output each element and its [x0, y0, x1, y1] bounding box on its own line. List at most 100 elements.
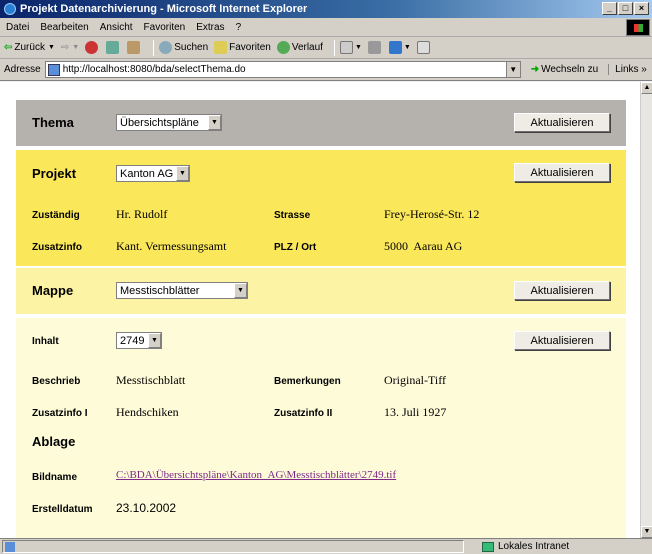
minimize-button[interactable]: _	[602, 2, 617, 15]
thema-label: Thema	[32, 115, 74, 130]
scroll-down-icon[interactable]: ▼	[641, 526, 652, 538]
bemerkungen-value: Original-Tiff	[384, 373, 447, 387]
plz-value: 5000 Aarau AG	[384, 239, 463, 253]
strasse-label: Strasse	[274, 210, 311, 221]
print-icon	[367, 41, 381, 54]
chevron-down-icon: ▼	[47, 44, 55, 51]
back-label: Zurück	[14, 42, 45, 53]
zusatzinfo-2-value: 13. Juli 1927	[384, 405, 447, 419]
address-input[interactable]: http://localhost:8080/bda/selectThema.do…	[44, 61, 521, 78]
menu-extras[interactable]: Extras	[196, 22, 224, 33]
projekt-value: Kanton AG	[120, 167, 174, 180]
zustaendig-label: Zuständig	[32, 210, 80, 221]
mappe-panel: Mappe Messtischblätter ▼ Aktualisieren	[16, 268, 626, 314]
mappe-value: Messtischblätter	[120, 284, 200, 297]
history-icon	[276, 41, 290, 54]
zusatzinfo-2-label: Zusatzinfo II	[274, 408, 333, 419]
chevron-down-icon: ▼	[72, 44, 80, 51]
erstelldatum-label: Erstelldatum	[32, 504, 93, 515]
zusatzinfo-value: Kant. Vermessungsamt	[116, 239, 227, 253]
mail-icon	[339, 41, 353, 54]
zusatzinfo-1-label: Zusatzinfo I	[32, 408, 88, 419]
inhalt-value: 2749	[120, 334, 145, 347]
chevron-down-icon[interactable]: ▼	[505, 62, 520, 77]
menu-datei[interactable]: Datei	[6, 22, 29, 33]
address-label: Adresse	[4, 64, 41, 75]
page-content: Thema Übersichtspläne ▼ Aktualisieren Pr…	[0, 82, 640, 538]
search-icon	[159, 41, 173, 54]
thema-select[interactable]: Übersichtspläne ▼	[116, 114, 222, 131]
beschrieb-value: Messtischblatt	[116, 373, 186, 387]
inhalt-select[interactable]: 2749 ▼	[116, 332, 162, 349]
forward-arrow-icon: ⇨	[60, 42, 70, 53]
search-button[interactable]: Suchen	[159, 41, 208, 54]
scroll-up-icon[interactable]: ▲	[641, 82, 652, 94]
go-button[interactable]: ➜ Wechseln zu	[531, 64, 598, 75]
menu-favoriten[interactable]: Favoriten	[144, 22, 186, 33]
mappe-refresh-button[interactable]: Aktualisieren	[514, 281, 610, 300]
zusatzinfo-1-value: Hendschiken	[116, 405, 179, 419]
refresh-icon	[106, 41, 120, 54]
discuss-button[interactable]	[416, 41, 432, 54]
favorites-button[interactable]: Favoriten	[214, 41, 271, 54]
mail-button[interactable]: ▼	[339, 41, 362, 54]
ablage-heading: Ablage	[32, 434, 76, 449]
thema-value: Übersichtspläne	[120, 116, 199, 129]
maximize-button[interactable]: □	[618, 2, 633, 15]
menu-ansicht[interactable]: Ansicht	[100, 22, 133, 33]
plz-label: PLZ / Ort	[274, 242, 317, 253]
beschrieb-label: Beschrieb	[32, 376, 81, 387]
bildname-label: Bildname	[32, 472, 78, 483]
chevron-down-icon: ▼	[234, 283, 247, 298]
inhalt-refresh-button[interactable]: Aktualisieren	[514, 331, 610, 350]
menu-help[interactable]: ?	[236, 22, 242, 33]
edit-button[interactable]: ▼	[388, 41, 411, 54]
favorites-label: Favoriten	[229, 42, 271, 53]
go-label: Wechseln zu	[541, 64, 599, 75]
erstelldatum-value: 23.10.2002	[116, 501, 177, 515]
bildname-link[interactable]: C:\BDA\Übersichtspläne\Kanton_AG\Messtis…	[116, 469, 396, 481]
stop-icon	[85, 41, 99, 54]
chevron-down-icon: ▼	[148, 333, 161, 348]
edit-icon	[388, 41, 402, 54]
mappe-select[interactable]: Messtischblätter ▼	[116, 282, 248, 299]
bemerkungen-label: Bemerkungen	[274, 376, 341, 387]
back-button[interactable]: ⇦ Zurück ▼	[4, 42, 55, 53]
links-button[interactable]: Links »	[608, 64, 647, 75]
forward-button[interactable]: ⇨ ▼	[61, 42, 79, 53]
vertical-scrollbar[interactable]: ▲ ▼	[640, 82, 652, 538]
history-label: Verlauf	[291, 42, 323, 53]
links-label: Links	[615, 64, 639, 75]
window-controls: _ □ ×	[602, 2, 649, 15]
discuss-icon	[416, 41, 430, 54]
zone-label: Lokales Intranet	[498, 541, 570, 552]
address-bar: Adresse http://localhost:8080/bda/select…	[0, 59, 652, 81]
window-title: Projekt Datenarchivierung - Microsoft In…	[20, 3, 308, 15]
thema-panel: Thema Übersichtspläne ▼ Aktualisieren	[16, 100, 626, 146]
chevron-down-icon: ▼	[176, 166, 189, 181]
inhalt-panel: Inhalt 2749 ▼ Aktualisieren Beschrieb Me…	[16, 318, 626, 538]
security-zone: Lokales Intranet	[478, 540, 569, 553]
home-button[interactable]	[127, 41, 142, 54]
print-button[interactable]	[367, 41, 383, 54]
projekt-refresh-button[interactable]: Aktualisieren	[514, 163, 610, 182]
chevron-down-icon: ▼	[208, 115, 221, 130]
toolbar-separator	[153, 39, 155, 56]
thema-refresh-button[interactable]: Aktualisieren	[514, 113, 610, 132]
projekt-label: Projekt	[32, 166, 77, 181]
inhalt-label: Inhalt	[32, 336, 59, 347]
mappe-label: Mappe	[32, 283, 74, 298]
page-done-icon	[5, 542, 15, 552]
stop-button[interactable]	[85, 41, 100, 54]
status-bar: Lokales Intranet	[0, 538, 652, 554]
menu-bearbeiten[interactable]: Bearbeiten	[40, 22, 88, 33]
history-button[interactable]: Verlauf	[276, 41, 323, 54]
close-button[interactable]: ×	[634, 2, 649, 15]
status-text-cell	[2, 540, 464, 553]
back-arrow-icon: ⇦	[4, 42, 13, 53]
toolbar: ⇦ Zurück ▼ ⇨ ▼ Suchen Favoriten Verlauf …	[0, 37, 652, 59]
refresh-button[interactable]	[106, 41, 121, 54]
search-label: Suchen	[174, 42, 209, 53]
projekt-select[interactable]: Kanton AG ▼	[116, 165, 190, 182]
zustaendig-value: Hr. Rudolf	[116, 207, 168, 221]
